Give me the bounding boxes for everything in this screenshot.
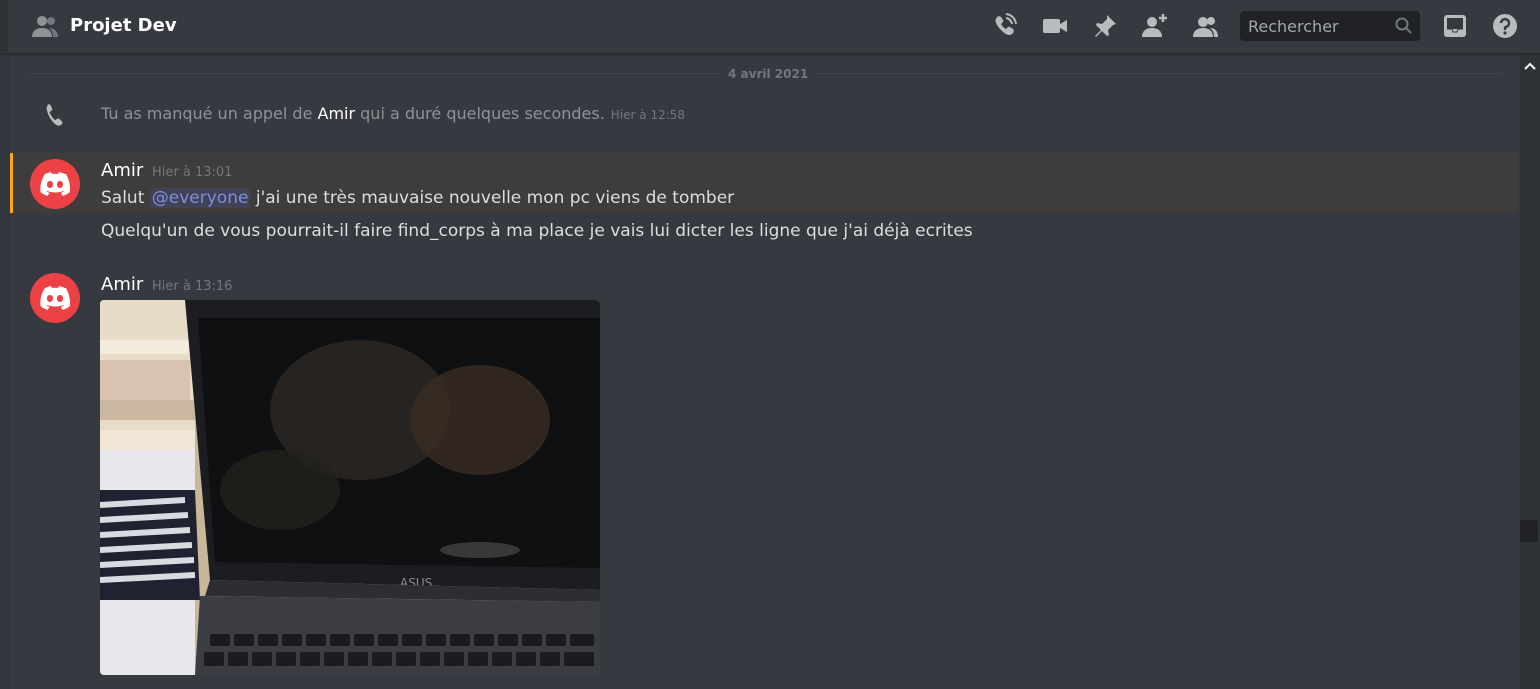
avatar[interactable] [30, 159, 80, 209]
missed-call-timestamp: Hier à 12:58 [610, 108, 686, 122]
start-voice-call-icon[interactable] [990, 12, 1018, 40]
member-list-icon[interactable] [1191, 12, 1219, 40]
add-friends-icon[interactable] [1141, 12, 1169, 40]
message-author[interactable]: Amir [101, 160, 143, 182]
missed-call-caller[interactable]: Amir [318, 104, 356, 123]
search-box[interactable] [1240, 11, 1420, 41]
missed-call-suffix: qui a duré quelques secondes. [355, 104, 605, 123]
date-divider-label: 4 avril 2021 [720, 65, 817, 83]
missed-call-message: Tu as manqué un appel de Amir qui a duré… [101, 103, 685, 126]
laptop-photo: ASUS [100, 300, 600, 675]
discord-dm-window: Projet Dev 4 a [0, 0, 1540, 689]
sidebar-edge [0, 0, 8, 54]
help-icon[interactable] [1491, 12, 1519, 40]
scroll-up-arrow-icon[interactable] [1520, 58, 1540, 74]
message-text-prefix: Salut [101, 188, 150, 208]
scrollbar-thumb[interactable] [1520, 520, 1538, 542]
search-input[interactable] [1240, 11, 1390, 41]
avatar[interactable] [30, 273, 80, 323]
message-content-followup: Quelqu'un de vous pourrait-il faire find… [101, 221, 973, 241]
discord-logo-icon [40, 286, 70, 310]
image-attachment[interactable]: ASUS [100, 300, 600, 675]
search-icon[interactable] [1394, 16, 1414, 36]
missed-call-icon [41, 102, 67, 128]
inbox-icon[interactable] [1441, 12, 1469, 40]
everyone-mention[interactable]: @everyone [149, 188, 251, 208]
group-dm-icon [31, 13, 59, 39]
message-content: Salut @everyone j'ai une très mauvaise n… [101, 187, 734, 209]
scrollbar-track[interactable] [1520, 55, 1540, 689]
discord-logo-icon [40, 172, 70, 196]
channel-title: Projet Dev [70, 15, 177, 36]
start-video-call-icon[interactable] [1041, 12, 1069, 40]
message-timestamp: Hier à 13:01 [152, 165, 233, 180]
missed-call-prefix: Tu as manqué un appel de [101, 104, 318, 123]
message-text-suffix: j'ai une très mauvaise nouvelle mon pc v… [250, 188, 735, 208]
message-timestamp: Hier à 13:16 [152, 279, 233, 294]
message-list: 4 avril 2021 Tu as manqué un appel de Am… [0, 55, 1520, 689]
message-author[interactable]: Amir [101, 274, 143, 296]
pinned-messages-icon[interactable] [1091, 12, 1119, 40]
channel-header: Projet Dev [0, 0, 1540, 54]
